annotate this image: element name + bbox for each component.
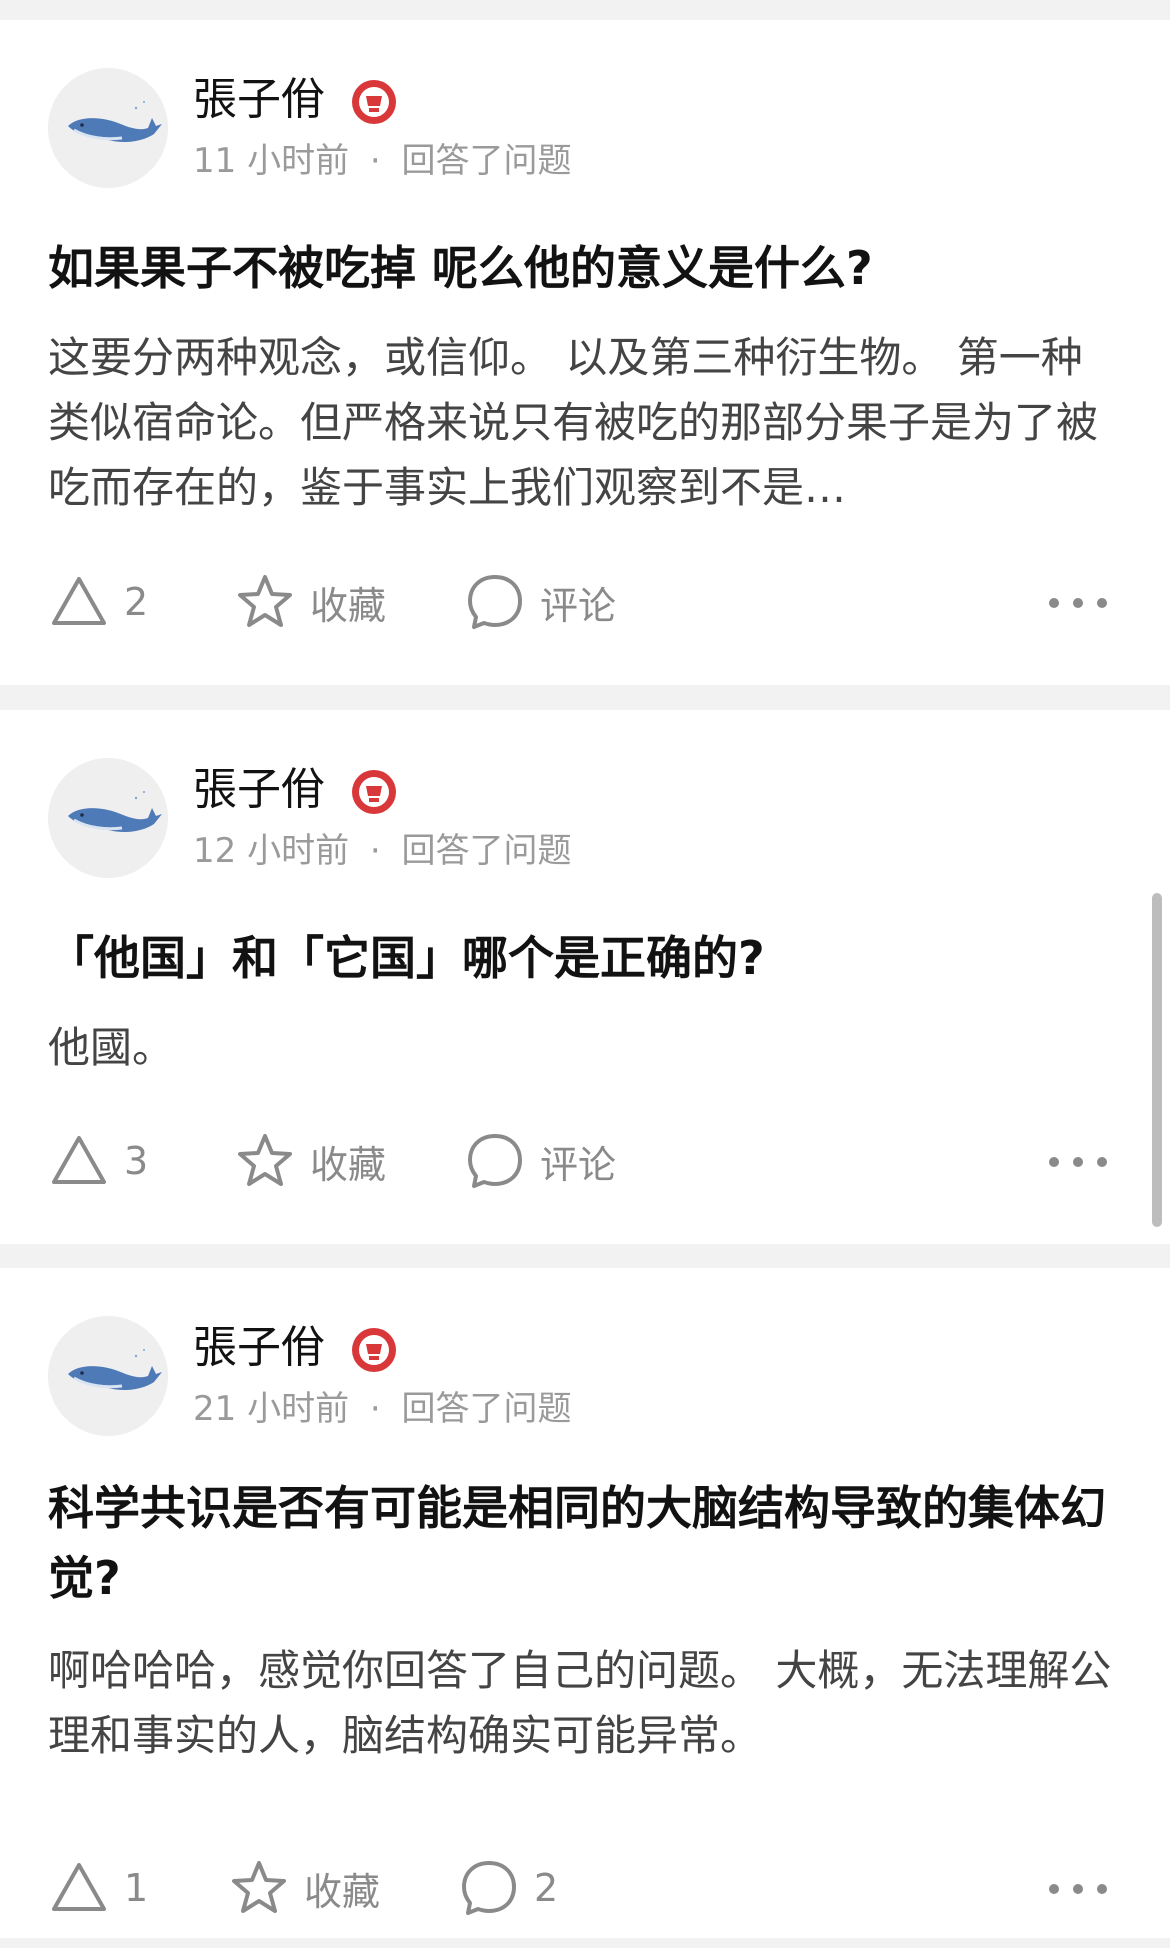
medal-badge-icon[interactable]: [350, 78, 398, 126]
favorite-button[interactable]: 收藏: [234, 1129, 386, 1193]
answer-meta: 11 小时前 · 回答了问题: [193, 138, 572, 184]
favorite-button[interactable]: 收藏: [228, 1856, 380, 1920]
answer-excerpt[interactable]: 这要分两种观念，或信仰。 以及第三种衍生物。 第一种类似宿命论。但严格来说只有被…: [48, 325, 1122, 520]
upvote-triangle-icon: [52, 1136, 106, 1184]
answer-excerpt[interactable]: 他國。: [48, 1015, 1122, 1080]
favorite-button[interactable]: 收藏: [234, 570, 386, 634]
star-icon: [238, 1134, 292, 1186]
comment-button[interactable]: 评论: [464, 570, 616, 634]
vote-count: 1: [124, 1866, 149, 1910]
more-dots-icon[interactable]: [1046, 1874, 1110, 1904]
more-dots-icon[interactable]: [1046, 1147, 1110, 1177]
more-dots-icon[interactable]: [1046, 588, 1110, 618]
answer-time: 21 小时前: [193, 1389, 350, 1429]
avatar[interactable]: [48, 68, 168, 188]
meta-separator: ·: [369, 831, 381, 871]
medal-badge-icon[interactable]: [350, 1326, 398, 1374]
comment-bubble-icon: [468, 1134, 522, 1188]
author-name[interactable]: 張子佾: [193, 1318, 325, 1378]
question-title[interactable]: 科学共识是否有可能是相同的大脑结构导致的集体幻觉?: [48, 1473, 1122, 1613]
action-bar: 1 收藏 2: [48, 1856, 1122, 1920]
author-name[interactable]: 張子佾: [193, 70, 325, 130]
answer-action: 回答了问题: [401, 831, 572, 871]
answer-excerpt[interactable]: 啊哈哈哈，感觉你回答了自己的问题。 大概，无法理解公理和事实的人，脑结构确实可能…: [48, 1638, 1122, 1768]
comment-button[interactable]: 评论: [464, 1129, 616, 1193]
medal-badge-icon[interactable]: [350, 768, 398, 816]
star-icon: [238, 575, 292, 627]
meta-separator: ·: [369, 141, 381, 181]
question-title[interactable]: 如果果子不被吃掉 呢么他的意义是什么?: [48, 233, 1122, 303]
avatar[interactable]: [48, 758, 168, 878]
author-row: 張子佾 11 小时前 · 回答了问题: [48, 68, 1048, 188]
answer-time: 11 小时前: [193, 141, 350, 181]
upvote-button[interactable]: 3: [48, 1129, 148, 1193]
answer-feed: 張子佾 11 小时前 · 回答了问题 如果果子不被吃掉 呢么他的意义是什么? 这…: [0, 0, 1170, 1948]
answer-card[interactable]: 張子佾 12 小时前 · 回答了问题 「他国」和「它国」哪个是正确的? 他國。: [0, 710, 1170, 1244]
whale-avatar-icon: [48, 758, 168, 878]
comment-count: 2: [534, 1866, 559, 1910]
answer-action: 回答了问题: [401, 141, 572, 181]
comment-bubble-icon: [462, 1861, 516, 1915]
upvote-triangle-icon: [52, 577, 106, 625]
vote-count: 3: [124, 1139, 149, 1183]
upvote-button[interactable]: 2: [48, 570, 148, 634]
upvote-button[interactable]: 1: [48, 1856, 148, 1920]
whale-avatar-icon: [48, 68, 168, 188]
action-bar: 3 收藏 评论: [48, 1129, 1122, 1193]
answer-card[interactable]: 張子佾 11 小时前 · 回答了问题 如果果子不被吃掉 呢么他的意义是什么? 这…: [0, 20, 1170, 685]
answer-card[interactable]: 張子佾 21 小时前 · 回答了问题 科学共识是否有可能是相同的大脑结构导致的集…: [0, 1268, 1170, 1938]
favorite-label: 收藏: [310, 1142, 387, 1187]
vote-count: 2: [124, 580, 149, 624]
avatar[interactable]: [48, 1316, 168, 1436]
answer-action: 回答了问题: [401, 1389, 572, 1429]
author-row: 張子佾 21 小时前 · 回答了问题: [48, 1316, 1048, 1436]
favorite-label: 收藏: [304, 1869, 381, 1914]
author-row: 張子佾 12 小时前 · 回答了问题: [48, 758, 1048, 878]
comment-label: 评论: [540, 583, 617, 628]
star-icon: [232, 1861, 286, 1913]
comment-button[interactable]: 2: [458, 1856, 558, 1920]
comment-label: 评论: [540, 1142, 617, 1187]
author-name[interactable]: 張子佾: [193, 760, 325, 820]
meta-separator: ·: [369, 1389, 381, 1429]
answer-time: 12 小时前: [193, 831, 350, 871]
answer-meta: 12 小时前 · 回答了问题: [193, 828, 572, 874]
action-bar: 2 收藏 评论: [48, 570, 1122, 634]
favorite-label: 收藏: [310, 583, 387, 628]
upvote-triangle-icon: [52, 1863, 106, 1911]
whale-avatar-icon: [48, 1316, 168, 1436]
scrollbar[interactable]: [1152, 893, 1162, 1227]
question-title[interactable]: 「他国」和「它国」哪个是正确的?: [48, 923, 1122, 993]
comment-bubble-icon: [468, 575, 522, 629]
answer-meta: 21 小时前 · 回答了问题: [193, 1386, 572, 1432]
